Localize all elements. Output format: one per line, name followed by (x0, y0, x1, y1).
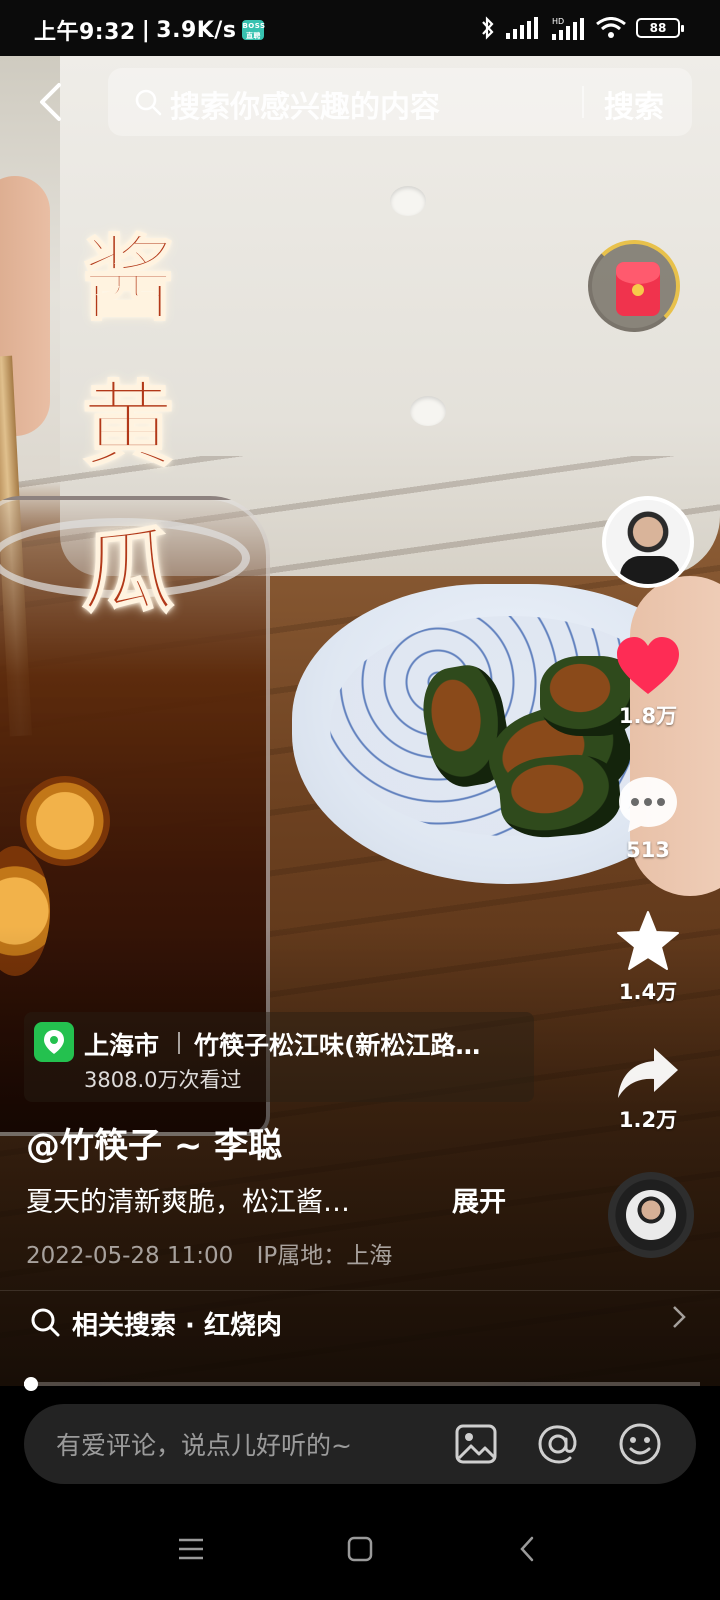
location-views: 3808.0万次看过 (84, 1068, 242, 1092)
status-time: 上午9:32 (34, 20, 136, 45)
back-nav-button[interactable] (502, 1524, 552, 1574)
overlay-char: 瓜 (81, 516, 175, 626)
signal-hd-icon: HD (552, 17, 584, 40)
location-divider (178, 1032, 180, 1054)
back-button[interactable] (28, 74, 72, 130)
star-icon (617, 911, 679, 970)
location-city: 上海市 (84, 1031, 160, 1060)
comment-input[interactable]: 有爱评论，说点儿好听的~ (24, 1404, 696, 1484)
comment-bubble-icon (619, 777, 677, 832)
home-square-icon (347, 1536, 373, 1562)
progress-handle[interactable] (24, 1377, 38, 1391)
at-icon (538, 1425, 577, 1464)
mention-button[interactable] (534, 1420, 582, 1468)
red-packet-icon (616, 262, 660, 316)
search-icon (31, 1308, 60, 1337)
like-button[interactable]: 1.8万 (588, 636, 708, 730)
related-search-bar[interactable]: 相关搜索 · 红烧肉 (0, 1290, 720, 1354)
music-disc[interactable] (608, 1172, 694, 1258)
author-avatar[interactable] (602, 496, 694, 588)
app-notification-badge: BOSS直聘 (242, 20, 266, 40)
like-count: 1.8万 (618, 704, 678, 728)
menu-nav-button[interactable] (166, 1524, 216, 1574)
battery-icon: 88 (636, 18, 684, 38)
overlay-char: 酱 (81, 224, 175, 334)
image-button[interactable] (452, 1420, 500, 1468)
music-avatar (626, 1190, 676, 1240)
nav-back-icon (520, 1536, 534, 1562)
network-speed: 3.9K/s (156, 17, 237, 43)
wifi-icon (596, 17, 626, 38)
status-left: 上午9:32 | 3.9K/s BOSS直聘 (34, 14, 266, 46)
comment-placeholder: 有爱评论，说点儿好听的~ (56, 1431, 352, 1460)
video-progress-bar[interactable] (24, 1377, 700, 1391)
video-overlay-title: 酱 黄 瓜 (78, 206, 178, 644)
overlay-char: 黄 (81, 370, 175, 480)
red-packet-button[interactable] (588, 240, 680, 332)
emoji-button[interactable] (616, 1420, 664, 1468)
status-right: HD 88 (480, 16, 684, 40)
comment-count: 513 (626, 838, 670, 862)
share-count: 1.2万 (618, 1108, 678, 1132)
post-meta: 2022-05-28 11:00 IP属地：上海 (26, 1236, 408, 1270)
back-arrow-icon (40, 83, 61, 121)
search-icon (135, 89, 162, 116)
post-datetime: 2022-05-28 11:00 (26, 1243, 234, 1269)
signal-icon (506, 17, 538, 39)
system-nav-bar (0, 1500, 720, 1600)
bluetooth-icon (482, 16, 494, 40)
image-icon (455, 1424, 497, 1464)
search-input[interactable]: 搜索你感兴趣的内容 (170, 82, 440, 126)
search-divider (582, 86, 584, 118)
post-ip-location: IP属地：上海 (256, 1243, 393, 1269)
location-tag[interactable]: 上海市 竹筷子松江味(新松江路… 3808.0万次看过 (24, 1012, 534, 1102)
chevron-right-icon (672, 1305, 686, 1336)
location-pin-icon (34, 1022, 74, 1062)
expand-button[interactable]: 展开 (452, 1180, 506, 1219)
menu-icon (179, 1538, 203, 1560)
favorite-count: 1.4万 (618, 980, 678, 1004)
comment-button[interactable]: 513 (588, 774, 708, 862)
emoji-icon (619, 1423, 661, 1465)
status-bar: 上午9:32 | 3.9K/s BOSS直聘 HD 88 (0, 0, 720, 56)
heart-icon (617, 637, 679, 694)
location-place: 竹筷子松江味(新松江路… (194, 1031, 481, 1060)
post-description: 夏天的清新爽脆，松江酱… (26, 1187, 350, 1218)
author-name[interactable]: @竹筷子 ~ 李聪 (26, 1118, 282, 1167)
svg-text:HD: HD (552, 17, 564, 26)
home-nav-button[interactable] (335, 1524, 385, 1574)
favorite-button[interactable]: 1.4万 (588, 910, 708, 1006)
share-button[interactable]: 1.2万 (588, 1046, 708, 1134)
share-arrow-icon (618, 1048, 678, 1098)
action-rail: 1.8万 513 1.4万 1.2万 (588, 0, 720, 1400)
related-search-text: 相关搜索 · 红烧肉 (72, 1311, 282, 1341)
